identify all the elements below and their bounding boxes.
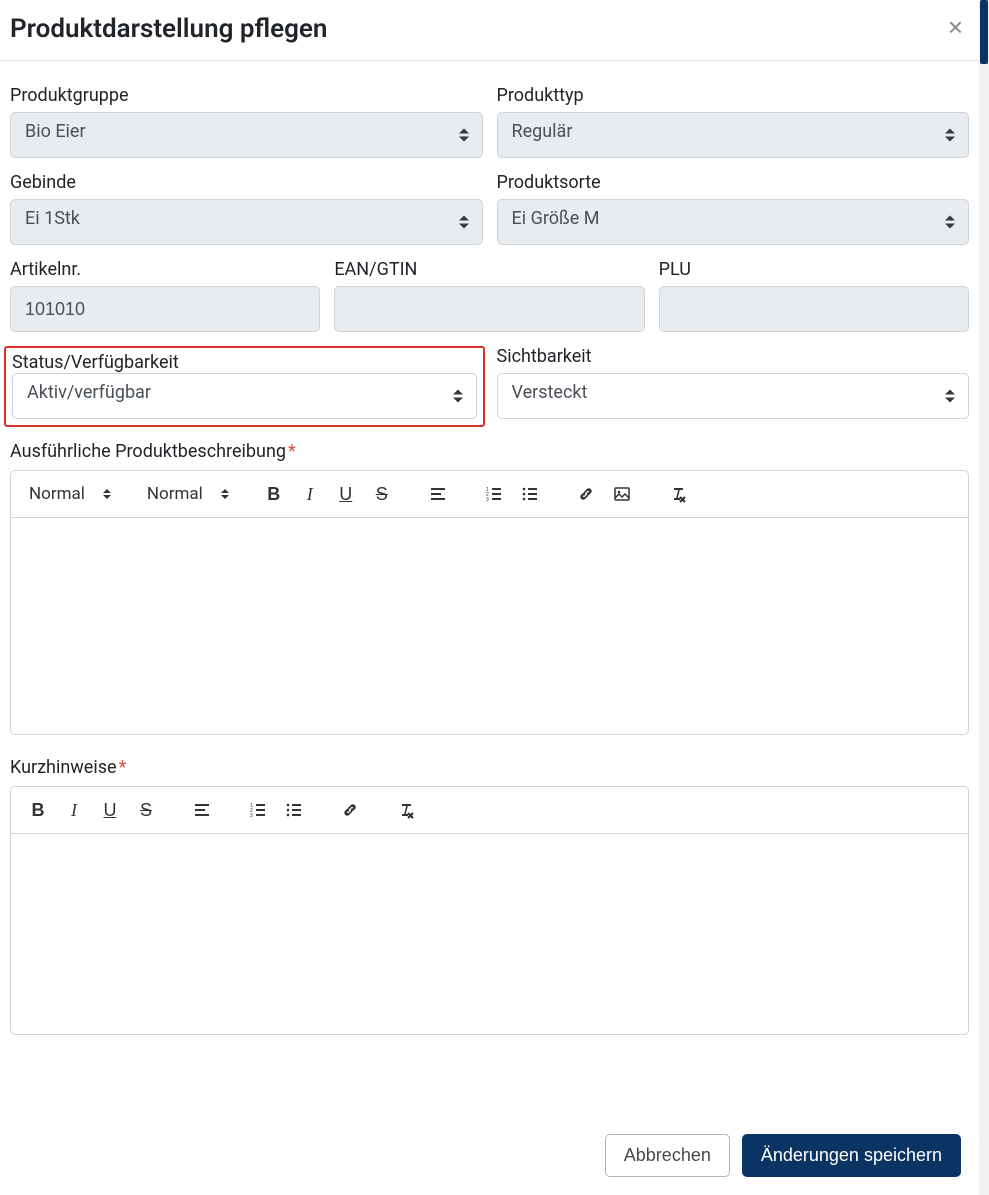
- status-select[interactable]: Aktiv/verfügbar: [12, 373, 477, 419]
- product-group-label: Produktgruppe: [10, 85, 483, 106]
- plu-input[interactable]: [659, 286, 969, 332]
- scrollbar-thumb[interactable]: [980, 0, 988, 64]
- visibility-select[interactable]: Versteckt: [497, 373, 970, 419]
- container-label: Gebinde: [10, 172, 483, 193]
- bullet-list-icon: [285, 801, 303, 819]
- strikethrough-icon: S: [140, 800, 152, 821]
- bullet-list-button[interactable]: [279, 795, 309, 825]
- underline-button[interactable]: U: [95, 795, 125, 825]
- ean-label: EAN/GTIN: [334, 259, 644, 280]
- required-asterisk: *: [288, 441, 296, 462]
- clear-format-icon: [397, 801, 415, 819]
- modal-title: Produktdarstellung pflegen: [10, 14, 327, 44]
- description-label: Ausführliche Produktbeschreibung*: [10, 441, 969, 462]
- close-button[interactable]: ×: [942, 14, 969, 40]
- product-sort-label: Produktsorte: [497, 172, 970, 193]
- description-toolbar: Normal Normal B I U S: [11, 471, 968, 518]
- status-highlight-box: Status/Verfügbarkeit Aktiv/verfügbar: [4, 346, 485, 427]
- modal-product-display: Produktdarstellung pflegen × Produktgrup…: [0, 0, 979, 1195]
- ean-input[interactable]: [334, 286, 644, 332]
- status-value: Aktiv/verfügbar: [27, 382, 151, 403]
- chevron-sort-icon: [221, 489, 229, 499]
- scrollbar[interactable]: [979, 0, 989, 1195]
- product-type-select[interactable]: Regulär: [497, 112, 970, 158]
- short-notes-editor: B I U S 123: [10, 786, 969, 1035]
- bullet-list-button[interactable]: [515, 479, 545, 509]
- heading-select[interactable]: Normal: [23, 480, 117, 508]
- product-group-value: Bio Eier: [25, 121, 86, 142]
- italic-button[interactable]: I: [295, 479, 325, 509]
- bold-button[interactable]: B: [23, 795, 53, 825]
- align-button[interactable]: [423, 479, 453, 509]
- bold-icon: B: [267, 484, 280, 505]
- svg-text:3: 3: [250, 813, 253, 819]
- ordered-list-icon: 123: [485, 485, 503, 503]
- visibility-value: Versteckt: [512, 382, 588, 403]
- chevron-sort-icon: [103, 489, 111, 499]
- link-icon: [577, 485, 595, 503]
- cancel-button[interactable]: Abbrechen: [605, 1134, 730, 1177]
- svg-text:3: 3: [486, 497, 489, 503]
- clear-format-button[interactable]: [391, 795, 421, 825]
- underline-icon: U: [339, 484, 352, 505]
- align-icon: [429, 485, 447, 503]
- ordered-list-button[interactable]: 123: [243, 795, 273, 825]
- container-select[interactable]: Ei 1Stk: [10, 199, 483, 245]
- article-no-input[interactable]: [10, 286, 320, 332]
- required-asterisk: *: [119, 757, 127, 778]
- bold-button[interactable]: B: [259, 479, 289, 509]
- container-value: Ei 1Stk: [25, 208, 80, 229]
- article-no-label: Artikelnr.: [10, 259, 320, 280]
- italic-icon: I: [307, 484, 313, 505]
- visibility-label: Sichtbarkeit: [497, 346, 970, 367]
- clear-format-icon: [669, 485, 687, 503]
- plu-label: PLU: [659, 259, 969, 280]
- ordered-list-icon: 123: [249, 801, 267, 819]
- close-icon: ×: [948, 12, 963, 42]
- link-button[interactable]: [571, 479, 601, 509]
- modal-footer: Abbrechen Änderungen speichern: [0, 1116, 979, 1195]
- status-label: Status/Verfügbarkeit: [12, 352, 179, 373]
- bullet-list-icon: [521, 485, 539, 503]
- modal-header: Produktdarstellung pflegen ×: [0, 0, 979, 61]
- product-type-label: Produkttyp: [497, 85, 970, 106]
- modal-body: Produktgruppe Bio Eier Produkttyp Regulä…: [0, 61, 979, 1116]
- product-sort-select[interactable]: Ei Größe M: [497, 199, 970, 245]
- italic-button[interactable]: I: [59, 795, 89, 825]
- strikethrough-button[interactable]: S: [131, 795, 161, 825]
- strikethrough-button[interactable]: S: [367, 479, 397, 509]
- link-button[interactable]: [335, 795, 365, 825]
- align-button[interactable]: [187, 795, 217, 825]
- description-content[interactable]: [11, 518, 968, 734]
- link-icon: [341, 801, 359, 819]
- underline-icon: U: [104, 800, 117, 821]
- font-select[interactable]: Normal: [141, 480, 235, 508]
- image-button[interactable]: [607, 479, 637, 509]
- short-notes-label: Kurzhinweise*: [10, 757, 969, 778]
- description-editor: Normal Normal B I U S: [10, 470, 969, 735]
- save-button[interactable]: Änderungen speichern: [742, 1134, 961, 1177]
- strikethrough-icon: S: [376, 484, 388, 505]
- product-sort-value: Ei Größe M: [512, 208, 600, 229]
- short-notes-toolbar: B I U S 123: [11, 787, 968, 834]
- ordered-list-button[interactable]: 123: [479, 479, 509, 509]
- bold-icon: B: [32, 800, 45, 821]
- italic-icon: I: [71, 800, 77, 821]
- align-icon: [193, 801, 211, 819]
- product-group-select[interactable]: Bio Eier: [10, 112, 483, 158]
- image-icon: [613, 485, 631, 503]
- product-type-value: Regulär: [512, 121, 573, 142]
- underline-button[interactable]: U: [331, 479, 361, 509]
- short-notes-content[interactable]: [11, 834, 968, 1034]
- clear-format-button[interactable]: [663, 479, 693, 509]
